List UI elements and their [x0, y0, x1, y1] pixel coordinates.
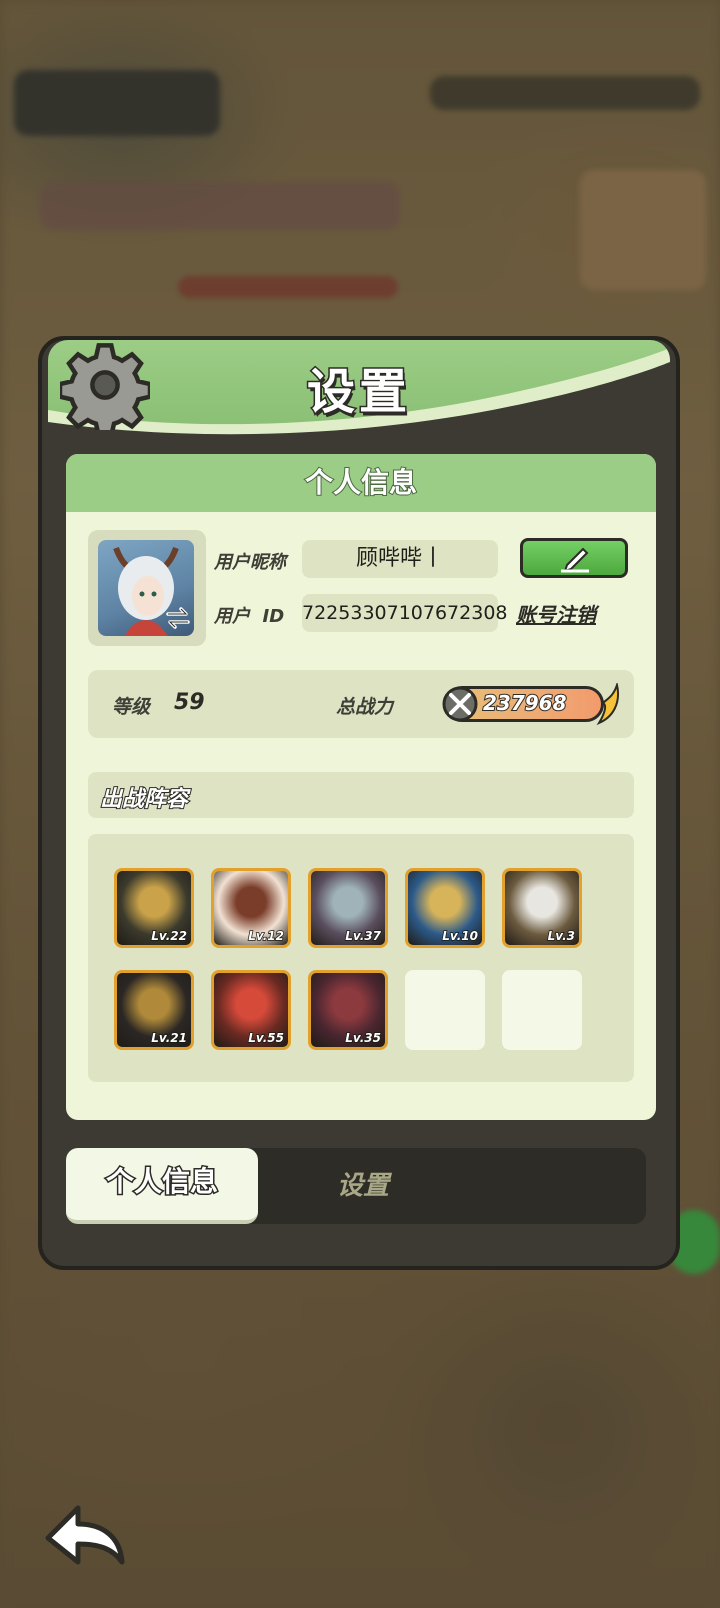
tab-settings[interactable]: 设置: [258, 1148, 468, 1220]
hero-slot[interactable]: Lv.21: [114, 970, 194, 1050]
flame-icon: [596, 683, 619, 726]
lineup-grid: Lv.22 Lv.12 Lv.37 Lv.10 Lv.3 Lv.21 Lv.55 Lv.35: [88, 834, 634, 1082]
hero-level: Lv.21: [151, 1030, 188, 1046]
nickname-field: 顾哔哔丨: [302, 540, 498, 578]
hero-level: Lv.22: [151, 928, 188, 944]
hero-slot[interactable]: Lv.37: [308, 868, 388, 948]
avatar[interactable]: [98, 540, 194, 636]
stats-bar: 等级 59 总战力 237968: [88, 670, 634, 738]
swap-icon[interactable]: [164, 606, 192, 630]
hero-level: Lv.37: [345, 928, 382, 944]
lineup-title: 出战阵容: [99, 786, 189, 813]
settings-panel: 设置 个人信息 用户昵称 顾哔哔丨 用户 ID 7225330710767230…: [38, 336, 680, 1270]
tab-bar: 个人信息 设置: [66, 1148, 646, 1224]
back-arrow-icon[interactable]: [40, 1500, 130, 1570]
empty-hero-slot[interactable]: [502, 970, 582, 1050]
power-badge: 237968: [442, 683, 619, 726]
user-id-label: 用户 ID: [214, 606, 285, 627]
crossed-swords-icon: [442, 686, 478, 722]
tab-profile[interactable]: 个人信息: [66, 1148, 258, 1224]
hero-slot[interactable]: Lv.12: [211, 868, 291, 948]
hero-slot[interactable]: Lv.22: [114, 868, 194, 948]
hero-level: Lv.3: [547, 928, 576, 944]
hero-level: Lv.55: [248, 1030, 285, 1046]
profile-section-title: 个人信息: [66, 454, 656, 512]
nickname-label: 用户昵称: [214, 552, 286, 573]
hero-slot[interactable]: Lv.55: [211, 970, 291, 1050]
hero-slot[interactable]: Lv.35: [308, 970, 388, 1050]
gear-icon: [60, 343, 150, 430]
hero-level: Lv.10: [442, 928, 479, 944]
hero-slot[interactable]: Lv.10: [405, 868, 485, 948]
hero-level: Lv.12: [248, 928, 285, 944]
level-label: 等级: [112, 696, 151, 718]
level-value: 59: [174, 690, 205, 715]
power-value: 237968: [482, 690, 567, 716]
avatar-frame[interactable]: [88, 530, 206, 646]
cancel-account-link[interactable]: 账号注销: [516, 599, 596, 628]
edit-nickname-button[interactable]: [520, 538, 628, 578]
profile-card: 个人信息 用户昵称 顾哔哔丨 用户 ID 72253307107672308 账…: [66, 454, 656, 1120]
power-label: 总战力: [336, 696, 394, 718]
hero-level: Lv.35: [345, 1030, 382, 1046]
empty-hero-slot[interactable]: [405, 970, 485, 1050]
hero-slot[interactable]: Lv.3: [502, 868, 582, 948]
pencil-icon: [561, 547, 589, 573]
user-id-field: 72253307107672308: [302, 594, 508, 632]
lineup-header: 出战阵容: [88, 772, 634, 818]
